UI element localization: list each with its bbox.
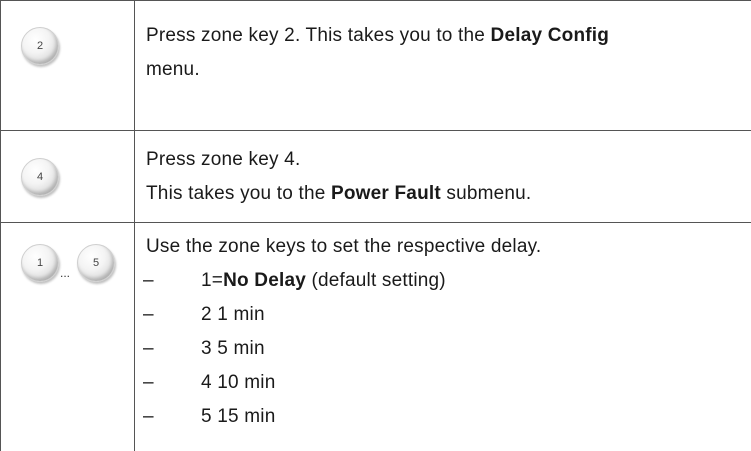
zone-key-label: 2 <box>36 40 44 52</box>
instruction-table: 2 Press zone key 2. This takes you to th… <box>0 0 751 451</box>
bullet-dash: – <box>143 338 154 359</box>
option-text: 3 5 min <box>201 338 265 359</box>
step-text-part: menu. <box>146 59 200 80</box>
bullet-dash: – <box>143 406 154 427</box>
submenu-name: Power Fault <box>331 183 441 204</box>
table-row: 2 <box>0 0 134 130</box>
zone-key-label: 1 <box>36 257 44 269</box>
zone-key-2-icon: 2 <box>21 27 59 65</box>
zone-key-4-icon: 4 <box>21 158 59 196</box>
option-key: 1= <box>201 270 224 291</box>
step-text: Use the zone keys to set the respective … <box>143 230 743 434</box>
zone-key-1-icon: 1 <box>21 244 59 282</box>
table-row: 4 <box>0 130 134 222</box>
zone-key-label: 5 <box>92 257 100 269</box>
option-text: 4 10 min <box>201 372 276 393</box>
list-item: – 4 10 min <box>143 366 743 400</box>
step-text-part: Press zone key 2. This takes you to the <box>146 25 491 46</box>
list-item: – 5 15 min <box>143 400 743 434</box>
bullet-dash: – <box>143 270 154 291</box>
option-text: 5 15 min <box>201 406 276 427</box>
option-text: 2 1 min <box>201 304 265 325</box>
bullet-dash: – <box>143 304 154 325</box>
zone-key-label: 4 <box>36 171 44 183</box>
step-text: Press zone key 2. This takes you to the … <box>146 19 743 87</box>
zone-key-5-icon: 5 <box>77 244 115 282</box>
menu-name: Delay Config <box>490 25 610 46</box>
list-item: – 1=No Delay (default setting) <box>143 264 743 298</box>
step-text: Press zone key 4. This takes you to the … <box>146 143 743 211</box>
step-text-part: This takes you to the <box>146 183 331 204</box>
option-default: No Delay <box>223 270 306 291</box>
step-intro: Use the zone keys to set the respective … <box>146 236 542 257</box>
column-divider <box>134 0 135 451</box>
option-note: (default setting) <box>306 270 446 291</box>
step-text-part: Press zone key 4. <box>146 149 301 170</box>
step-text-part: submenu. <box>440 183 532 204</box>
bullet-dash: – <box>143 372 154 393</box>
list-item: – 3 5 min <box>143 332 743 366</box>
key-range-ellipsis: ... <box>60 266 71 280</box>
table-row: 1 ... 5 <box>0 222 134 451</box>
list-item: – 2 1 min <box>143 298 743 332</box>
